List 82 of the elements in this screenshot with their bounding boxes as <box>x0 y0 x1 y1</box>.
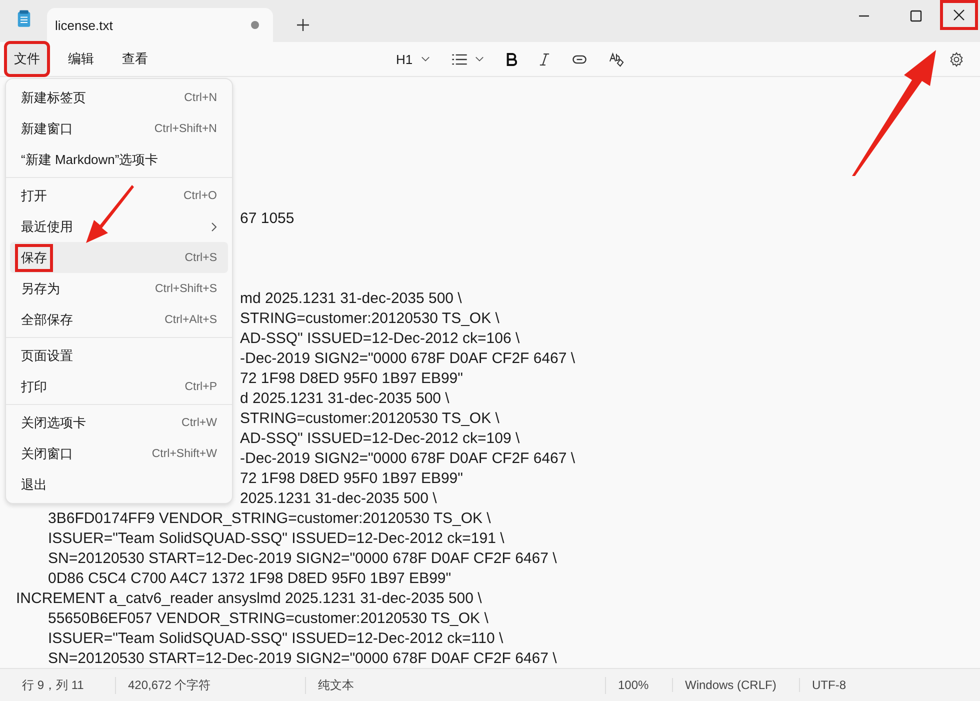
shortcut-label: Ctrl+Shift+N <box>154 122 217 134</box>
notepad-icon <box>17 10 31 28</box>
menu-item[interactable]: 文件 <box>6 43 48 75</box>
character-count: 420,672 个字符 <box>116 676 306 694</box>
menu-item-label: 打开 <box>20 186 48 204</box>
menu-item[interactable]: 最近使用 <box>10 211 228 242</box>
text-line: STRING=customer:20120530 TS_OK \ <box>240 410 500 427</box>
menu-item[interactable]: 关闭窗口 Ctrl+Shift+W <box>10 438 228 469</box>
menu-item-label: 新建窗口 <box>20 120 74 138</box>
menu-item[interactable]: 另存为 Ctrl+Shift+S <box>10 273 228 304</box>
list-icon <box>452 54 467 64</box>
text-line: ISSUER="Team SolidSQUAD-SSQ" ISSUED=12-Dec-2012 ck=110 \ <box>48 630 504 647</box>
line-ending: Windows (CRLF) <box>673 678 800 692</box>
italic-icon[interactable] <box>538 52 550 66</box>
menu-item-label: 最近使用 <box>20 218 74 236</box>
shortcut-label: Ctrl+Alt+S <box>164 314 217 326</box>
encoding: UTF-8 <box>811 678 847 692</box>
menu-item[interactable]: 退出 <box>10 469 228 500</box>
menu-item-label: 全部保存 <box>20 310 74 328</box>
shortcut-label: Ctrl+O <box>183 190 217 202</box>
menu-item-label: 保存 <box>17 246 51 270</box>
menu-item[interactable]: 关闭选项卡 Ctrl+W <box>10 407 228 438</box>
text-line: AD-SSQ" ISSUED=12-Dec-2012 ck=106 \ <box>240 330 520 347</box>
text-line: -Dec-2019 SIGN2="0000 678F D0AF CF2F 6467 \ <box>240 450 576 467</box>
menu-item[interactable]: 新建标签页 Ctrl+N <box>10 82 228 113</box>
text-line: 0D86 C5C4 C700 A4C7 1372 1F98 D8ED 95F0 1B97 EB99" <box>48 570 452 587</box>
menu-item[interactable]: 保存 Ctrl+S <box>10 242 228 273</box>
text-line: STRING=customer:20120530 TS_OK \ <box>240 310 500 327</box>
zoom-level: 100% <box>606 678 673 692</box>
chevron-down-icon <box>420 56 430 62</box>
new-tab-icon[interactable] <box>297 19 309 31</box>
menu-item[interactable]: 打印 Ctrl+P <box>10 371 228 402</box>
menu-item-label: 退出 <box>20 476 48 494</box>
menu-item[interactable]: 打开 Ctrl+O <box>10 180 228 211</box>
menu-item-label: 关闭窗口 <box>20 444 74 462</box>
menu-item[interactable]: 全部保存 Ctrl+Alt+S <box>10 304 228 335</box>
text-line: 67 1055 <box>240 210 294 227</box>
shortcut-label: Ctrl+S <box>184 252 217 264</box>
shortcut-label: Ctrl+P <box>184 380 217 392</box>
bold-icon[interactable] <box>506 52 517 66</box>
shortcut-label: Ctrl+Shift+S <box>155 282 217 294</box>
menu-item-label: 打印 <box>20 378 48 396</box>
close-button[interactable] <box>942 2 976 28</box>
text-line: 2025.1231 31-dec-2035 500 \ <box>240 490 437 507</box>
text-line: -Dec-2019 SIGN2="0000 678F D0AF CF2F 6467 \ <box>240 350 576 367</box>
menu-item[interactable]: 新建窗口 Ctrl+Shift+N <box>10 113 228 144</box>
text-line: 3B6FD0174FF9 VENDOR_STRING=customer:20120530 TS_OK \ <box>48 510 491 527</box>
menu-item-label: 页面设置 <box>20 346 74 364</box>
heading-label: H1 <box>396 52 413 66</box>
list-dropdown[interactable] <box>452 54 484 64</box>
text-line: md 2025.1231 31-dec-2035 500 \ <box>240 290 462 307</box>
spellcheck-icon[interactable] <box>608 52 624 66</box>
menu-item-label: 关闭选项卡 <box>20 414 87 432</box>
link-icon[interactable] <box>572 54 587 64</box>
settings-icon[interactable] <box>949 52 964 66</box>
text-line: AD-SSQ" ISSUED=12-Dec-2012 ck=109 \ <box>240 430 520 447</box>
close-icon <box>953 9 965 21</box>
text-line: 72 1F98 D8ED 95F0 1B97 EB99" <box>240 470 463 487</box>
text-line: SN=20120530 START=12-Dec-2019 SIGN2="0000 678F D0AF CF2F 6467 \ <box>48 650 557 667</box>
menu-item[interactable]: 查看 <box>114 43 156 75</box>
shortcut-label: Ctrl+N <box>184 92 217 104</box>
menu-item[interactable]: “新建 Markdown”选项卡 <box>10 144 228 175</box>
menu-item[interactable]: 页面设置 <box>10 340 228 371</box>
text-line: 55650B6EF057 VENDOR_STRING=customer:20120530 TS_OK \ <box>48 610 488 627</box>
file-tab[interactable]: license.txt <box>47 8 273 42</box>
cursor-position: 行 9，列 11 <box>0 676 116 694</box>
menu-item-label: 新建标签页 <box>20 88 87 106</box>
heading-dropdown[interactable]: H1 <box>396 52 430 66</box>
menu-item-label: “新建 Markdown”选项卡 <box>20 150 160 168</box>
text-line: 72 1F98 D8ED 95F0 1B97 EB99" <box>240 370 463 387</box>
text-line: SN=20120530 START=12-Dec-2019 SIGN2="0000 678F D0AF CF2F 6467 \ <box>48 550 557 567</box>
annotation-arrow <box>84 184 134 244</box>
shortcut-label: Ctrl+Shift+W <box>152 448 217 460</box>
menu-item-label: 另存为 <box>20 280 61 298</box>
text-line: INCREMENT a_catv6_reader ansyslmd 2025.1231 31-dec-2035 500 \ <box>16 590 482 607</box>
maximize-icon[interactable] <box>910 10 922 22</box>
text-format: 纯文本 <box>306 676 606 694</box>
menu-item[interactable]: 编辑 <box>60 43 102 75</box>
chevron-down-icon <box>474 56 484 62</box>
text-line: d 2025.1231 31-dec-2035 500 \ <box>240 390 450 407</box>
text-line: ISSUER="Team SolidSQUAD-SSQ" ISSUED=12-Dec-2012 ck=191 \ <box>48 530 504 547</box>
shortcut-label: Ctrl+W <box>182 416 217 428</box>
